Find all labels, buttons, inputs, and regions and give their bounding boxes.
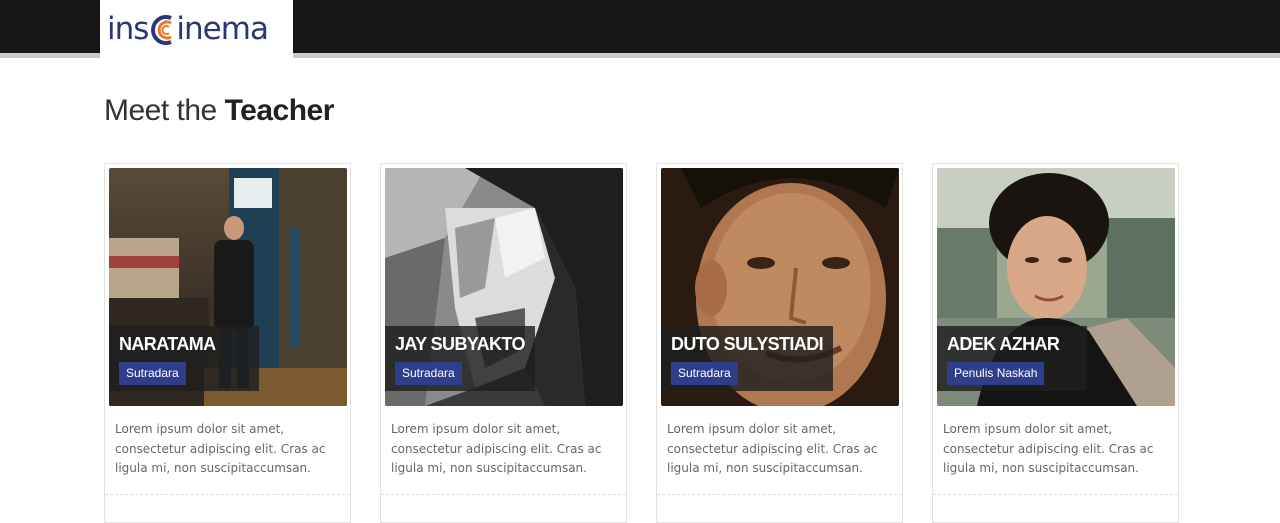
teacher-role-badge[interactable]: Sutradara: [395, 362, 462, 385]
card-divider: [381, 494, 626, 495]
description-line: ligula mi, non suscipitaccumsan.: [391, 461, 587, 475]
logo-text-right: inema: [176, 11, 269, 47]
description-line: consectetur adipiscing elit. Cras ac: [115, 441, 326, 456]
teacher-photo[interactable]: NARATAMA Sutradara: [109, 168, 347, 406]
description-line: Lorem ipsum dolor sit amet,: [943, 422, 1113, 436]
description-line: consectetur adipiscing elit. Cras ac: [667, 441, 878, 456]
description-line: ligula mi, non suscipitaccumsan.: [115, 461, 311, 475]
logo-wordmark: ins inema: [107, 11, 269, 47]
teacher-card[interactable]: ADEK AZHAR Penulis Naskah Lorem ipsum do…: [932, 163, 1179, 523]
teacher-card[interactable]: JAY SUBYAKTO Sutradara Lorem ipsum dolor…: [380, 163, 627, 523]
teacher-role-badge[interactable]: Sutradara: [671, 362, 738, 385]
teacher-name-overlay: DUTO SULYSTIADI Sutradara: [661, 326, 834, 391]
description-line: ligula mi, non suscipitaccumsan.: [943, 461, 1139, 475]
teacher-role-badge[interactable]: Penulis Naskah: [947, 362, 1045, 385]
description-line: consectetur adipiscing elit. Cras ac: [943, 441, 1154, 456]
card-divider: [933, 494, 1178, 495]
teacher-name: ADEK AZHAR: [947, 334, 1060, 354]
description-line: Lorem ipsum dolor sit amet,: [115, 422, 285, 436]
description-line: consectetur adipiscing elit. Cras ac: [391, 441, 602, 456]
site-logo[interactable]: ins inema: [100, 0, 293, 58]
teacher-name-overlay: ADEK AZHAR Penulis Naskah: [937, 326, 1087, 391]
teacher-description: Lorem ipsum dolor sit amet, consectetur …: [391, 420, 621, 479]
section-title-light: Meet the: [104, 94, 217, 127]
section-title-bold: Teacher: [224, 94, 335, 127]
description-line: ligula mi, non suscipitaccumsan.: [667, 461, 863, 475]
section-title: Meet the Teacher: [104, 94, 334, 128]
teacher-photo[interactable]: JAY SUBYAKTO Sutradara: [385, 168, 623, 406]
description-line: Lorem ipsum dolor sit amet,: [667, 422, 837, 436]
teacher-description: Lorem ipsum dolor sit amet, consectetur …: [115, 420, 345, 479]
logo-c-icon: [149, 14, 175, 45]
logo-text-left: ins: [107, 11, 149, 47]
teacher-photo[interactable]: ADEK AZHAR Penulis Naskah: [937, 168, 1175, 406]
teacher-name: NARATAMA: [119, 334, 216, 354]
teacher-card[interactable]: NARATAMA Sutradara Lorem ipsum dolor sit…: [104, 163, 351, 523]
teacher-name-overlay: JAY SUBYAKTO Sutradara: [385, 326, 535, 391]
card-divider: [105, 494, 350, 495]
description-line: Lorem ipsum dolor sit amet,: [391, 422, 561, 436]
teacher-description: Lorem ipsum dolor sit amet, consectetur …: [667, 420, 897, 479]
teacher-name: DUTO SULYSTIADI: [671, 334, 824, 354]
teacher-photo[interactable]: DUTO SULYSTIADI Sutradara: [661, 168, 899, 406]
teacher-name-overlay: NARATAMA Sutradara: [109, 326, 259, 391]
card-divider: [657, 494, 902, 495]
teacher-description: Lorem ipsum dolor sit amet, consectetur …: [943, 420, 1173, 479]
teacher-card[interactable]: DUTO SULYSTIADI Sutradara Lorem ipsum do…: [656, 163, 903, 523]
teacher-role-badge[interactable]: Sutradara: [119, 362, 186, 385]
teacher-name: JAY SUBYAKTO: [395, 334, 525, 354]
